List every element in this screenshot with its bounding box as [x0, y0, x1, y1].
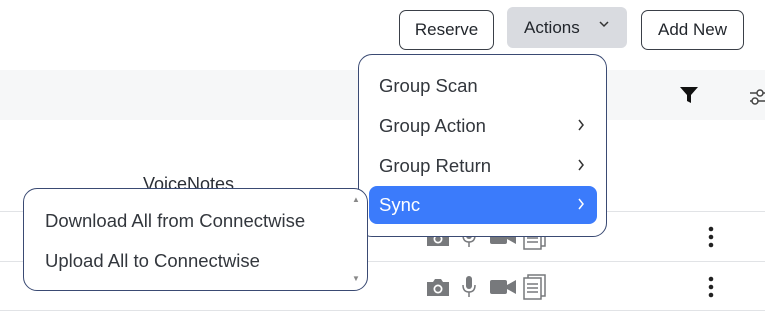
scroll-down-arrow-icon[interactable]: ▼: [352, 274, 360, 283]
actions-button-label: Actions: [524, 17, 580, 37]
chevron-right-icon: [578, 159, 584, 171]
document-icon[interactable]: [523, 274, 547, 300]
column-settings-icon[interactable]: [749, 88, 765, 106]
actions-dropdown-button[interactable]: Actions: [507, 7, 627, 48]
menu-item-label: Download All from Connectwise: [45, 210, 306, 231]
sync-submenu: Download All from Connectwise Upload All…: [23, 188, 368, 291]
reserve-button[interactable]: Reserve: [399, 10, 494, 50]
kebab-menu-icon[interactable]: [706, 275, 716, 299]
menu-item-download-all[interactable]: Download All from Connectwise: [34, 202, 344, 240]
menu-item-sync[interactable]: Sync: [369, 186, 597, 224]
camera-icon[interactable]: [425, 277, 451, 297]
chevron-down-icon: [599, 21, 609, 28]
menu-item-group-return[interactable]: Group Return: [369, 147, 597, 185]
menu-item-label: Sync: [379, 194, 421, 215]
menu-item-label: Group Scan: [379, 75, 478, 96]
menu-item-upload-all[interactable]: Upload All to Connectwise: [34, 242, 344, 280]
kebab-menu-icon[interactable]: [706, 225, 716, 249]
filter-icon[interactable]: [679, 86, 699, 105]
menu-item-label: Group Return: [379, 155, 492, 176]
microphone-icon[interactable]: [461, 275, 477, 299]
video-icon[interactable]: [489, 278, 517, 296]
menu-item-label: Upload All to Connectwise: [45, 250, 260, 271]
chevron-right-icon: [578, 198, 584, 210]
actions-menu: Group Scan Group Action Group Return Syn…: [358, 54, 607, 237]
scroll-up-arrow-icon[interactable]: ▲: [352, 195, 360, 204]
chevron-right-icon: [578, 119, 584, 131]
row-divider: [0, 310, 765, 311]
menu-item-group-scan[interactable]: Group Scan: [369, 67, 597, 105]
add-new-button[interactable]: Add New: [641, 10, 744, 50]
menu-item-group-action[interactable]: Group Action: [369, 107, 597, 145]
menu-item-label: Group Action: [379, 115, 486, 136]
